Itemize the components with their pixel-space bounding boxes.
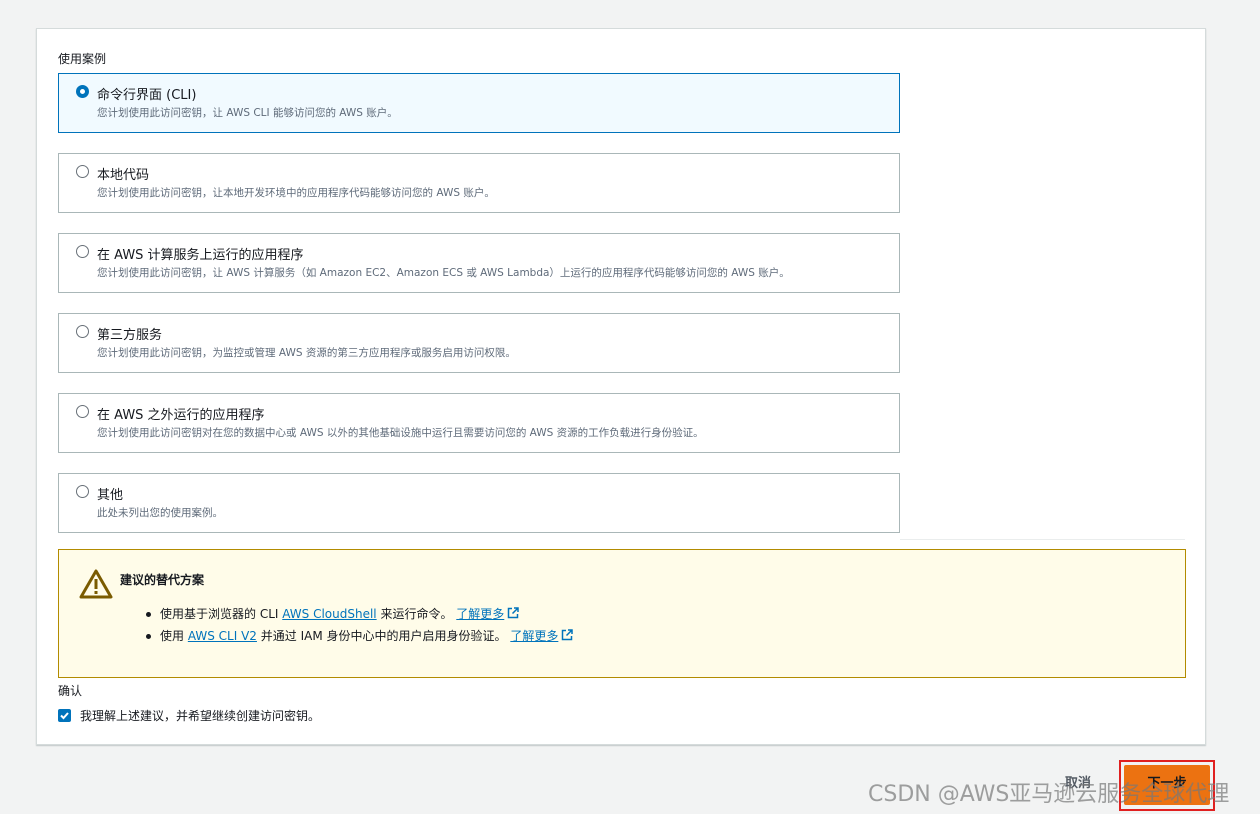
option-title: 在 AWS 之外运行的应用程序: [97, 408, 265, 423]
confirm-checkbox-label[interactable]: 我理解上述建议，并希望继续创建访问密钥。: [80, 707, 320, 724]
alert-title: 建议的替代方案: [120, 573, 205, 587]
watermark: CSDN @AWS亚马逊云服务全球代理: [868, 782, 1230, 807]
option-title: 在 AWS 计算服务上运行的应用程序: [97, 248, 304, 263]
option-description: 您计划使用此访问密钥，让 AWS CLI 能够访问您的 AWS 账户。: [97, 107, 398, 119]
text: 来运行命令。: [376, 607, 457, 621]
option-description: 您计划使用此访问密钥，让 AWS 计算服务（如 Amazon EC2、Amazo…: [97, 267, 790, 279]
option-local-code[interactable]: 本地代码 您计划使用此访问密钥，让本地开发环境中的应用程序代码能够访问您的 AW…: [58, 153, 900, 213]
radio-third-party[interactable]: [76, 325, 89, 338]
text: 使用基于浏览器的 CLI: [160, 607, 283, 621]
cloudshell-link[interactable]: AWS CloudShell: [282, 607, 376, 621]
option-outside-aws[interactable]: 在 AWS 之外运行的应用程序 您计划使用此访问密钥对在您的数据中心或 AWS …: [58, 393, 900, 453]
check-icon: [60, 712, 69, 720]
option-description: 您计划使用此访问密钥对在您的数据中心或 AWS 以外的其他基础设施中运行且需要访…: [97, 427, 704, 439]
text: 使用: [160, 629, 188, 643]
learn-more-link[interactable]: 了解更多: [456, 607, 504, 621]
radio-cli[interactable]: [76, 85, 89, 98]
list-item: 使用基于浏览器的 CLI AWS CloudShell 来运行命令。 了解更多: [139, 605, 573, 627]
alternatives-alert: 建议的替代方案 使用基于浏览器的 CLI AWS CloudShell 来运行命…: [58, 549, 1186, 678]
option-title: 其他: [97, 488, 124, 503]
radio-other[interactable]: [76, 485, 89, 498]
access-key-use-case-panel: 使用案例 命令行界面 (CLI) 您计划使用此访问密钥，让 AWS CLI 能够…: [36, 28, 1206, 745]
option-description: 您计划使用此访问密钥，为监控或管理 AWS 资源的第三方应用程序或服务启用访问权…: [97, 347, 516, 359]
warning-icon: [79, 569, 113, 599]
radio-local-code[interactable]: [76, 165, 89, 178]
confirm-label: 确认: [58, 684, 83, 698]
option-title: 第三方服务: [97, 328, 163, 343]
learn-more-link[interactable]: 了解更多: [510, 629, 558, 643]
confirm-checkbox[interactable]: [58, 709, 71, 722]
option-title: 命令行界面 (CLI): [97, 88, 197, 103]
alternatives-list: 使用基于浏览器的 CLI AWS CloudShell 来运行命令。 了解更多 …: [139, 605, 574, 649]
external-link-icon[interactable]: [507, 607, 520, 619]
text: 并通过 IAM 身份中心中的用户启用身份验证。: [256, 629, 511, 643]
option-other[interactable]: 其他 此处未列出您的使用案例。: [58, 473, 900, 533]
radio-aws-compute[interactable]: [76, 245, 89, 258]
option-aws-compute[interactable]: 在 AWS 计算服务上运行的应用程序 您计划使用此访问密钥，让 AWS 计算服务…: [58, 233, 900, 293]
option-description: 此处未列出您的使用案例。: [97, 507, 223, 519]
option-cli[interactable]: 命令行界面 (CLI) 您计划使用此访问密钥，让 AWS CLI 能够访问您的 …: [58, 73, 900, 133]
list-item: 使用 AWS CLI V2 并通过 IAM 身份中心中的用户启用身份验证。 了解…: [139, 627, 574, 649]
option-third-party[interactable]: 第三方服务 您计划使用此访问密钥，为监控或管理 AWS 资源的第三方应用程序或服…: [58, 313, 900, 373]
external-link-icon[interactable]: [561, 629, 574, 641]
aws-cli-v2-link[interactable]: AWS CLI V2: [188, 629, 257, 643]
radio-outside-aws[interactable]: [76, 405, 89, 418]
option-description: 您计划使用此访问密钥，让本地开发环境中的应用程序代码能够访问您的 AWS 账户。: [97, 187, 495, 199]
option-title: 本地代码: [97, 168, 150, 183]
use-case-label: 使用案例: [58, 52, 107, 66]
divider: [900, 539, 1185, 540]
